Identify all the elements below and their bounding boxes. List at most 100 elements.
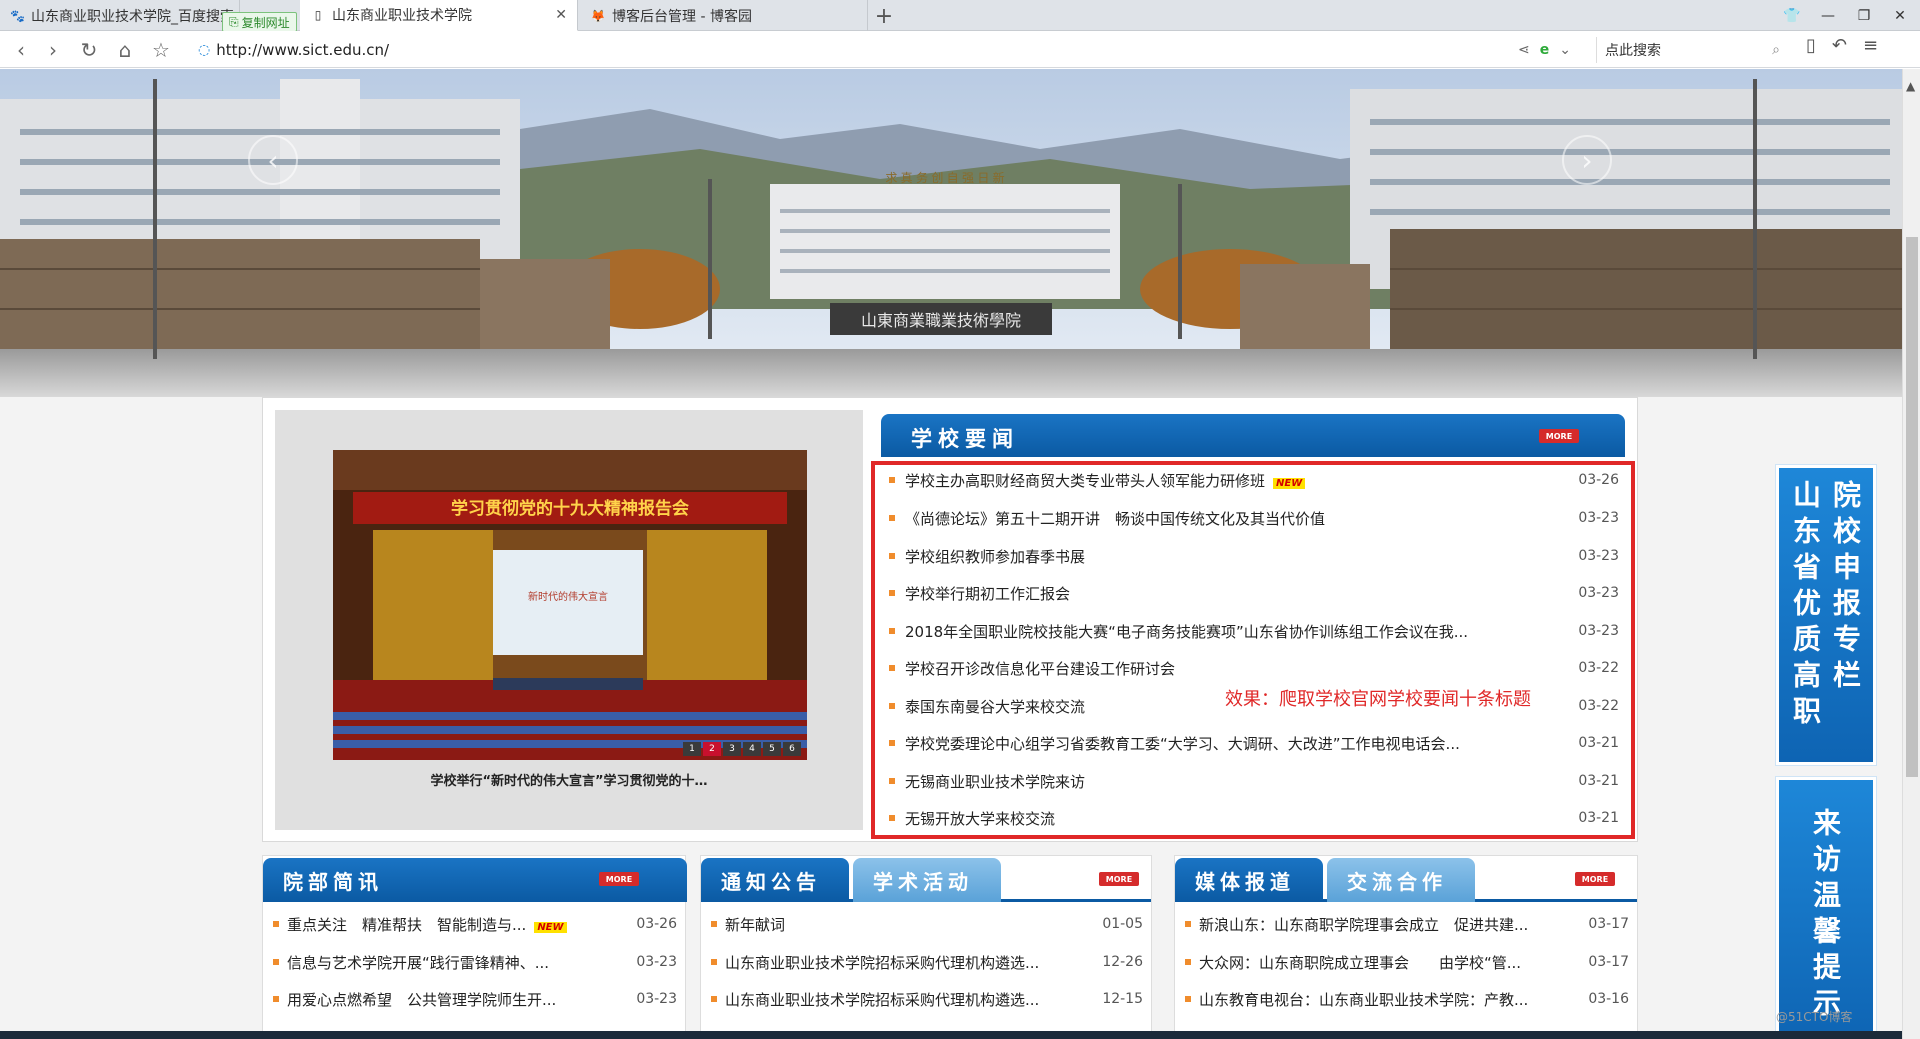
list-item[interactable]: 山东商业职业技术学院招标采购代理机构遴选... 12-15 bbox=[711, 988, 1143, 1010]
copy-icon: ⎘ bbox=[229, 14, 239, 29]
photo-pager: 1 2 3 4 5 6 bbox=[683, 742, 801, 756]
banner-next-button[interactable]: › bbox=[1562, 135, 1612, 185]
more-button[interactable]: MORE bbox=[1099, 872, 1139, 886]
search-input[interactable]: 点此搜索 ⌕ bbox=[1596, 37, 1788, 63]
ie-icon[interactable]: e bbox=[1540, 42, 1550, 58]
side-banner-application[interactable]: 院校申报专栏 山东省优质高职 bbox=[1775, 464, 1877, 766]
news-title: 学校召开诊改信息化平台建设工作研讨会 bbox=[905, 659, 1176, 678]
close-icon[interactable]: ✕ bbox=[555, 7, 567, 23]
news-item[interactable]: 学校召开诊改信息化平台建设工作研讨会 03-22 bbox=[889, 656, 1619, 680]
item-title: 山东教育电视台：山东商业职业技术学院：产教... bbox=[1199, 990, 1529, 1009]
tab-label: 交流合作 bbox=[1347, 869, 1447, 894]
tab-label: 山东商业职业技术学院_百度搜索 bbox=[30, 8, 234, 25]
tab-blog-admin[interactable]: 🦊 博客后台管理 - 博客园 bbox=[580, 0, 868, 31]
tab-sict-home[interactable]: ▯ 山东商业职业技术学院 ✕ bbox=[300, 0, 578, 31]
pager-dot[interactable]: 1 bbox=[683, 742, 701, 756]
tab-label: 媒体报道 bbox=[1195, 869, 1295, 894]
pager-dot[interactable]: 4 bbox=[743, 742, 761, 756]
more-button[interactable]: MORE bbox=[599, 872, 639, 886]
pager-dot[interactable]: 6 bbox=[783, 742, 801, 756]
bullet-icon bbox=[889, 740, 895, 746]
bullet-icon bbox=[273, 959, 279, 965]
news-item[interactable]: 《尚德论坛》第五十二期开讲 畅谈中国传统文化及其当代价值 03-23 bbox=[889, 506, 1619, 530]
side-banner-visit-notice[interactable]: 来访温馨提示 bbox=[1775, 776, 1877, 1039]
notice-column: 通知公告 学术活动 MORE 新年献词 01-05 山东商业职业技术学院招标采购… bbox=[700, 855, 1152, 1039]
more-button[interactable]: MORE bbox=[1539, 429, 1579, 443]
pager-dot[interactable]: 3 bbox=[723, 742, 741, 756]
back-icon[interactable]: ‹ bbox=[6, 35, 36, 65]
bullet-icon bbox=[889, 477, 895, 483]
restore-button[interactable]: ❐ bbox=[1846, 0, 1882, 31]
reload-icon[interactable]: ↻ bbox=[74, 35, 104, 65]
copy-url-badge[interactable]: ⎘ 复制网址 bbox=[222, 12, 297, 32]
home-icon[interactable]: ⌂ bbox=[110, 35, 140, 65]
search-icon[interactable]: ⌕ bbox=[1772, 42, 1780, 58]
news-item[interactable]: 学校举行期初工作汇报会 03-23 bbox=[889, 581, 1619, 605]
menu-icon[interactable]: ≡ bbox=[1863, 35, 1878, 56]
scroll-up-icon[interactable]: ▲ bbox=[1906, 79, 1915, 93]
tab-media[interactable]: 媒体报道 bbox=[1175, 858, 1323, 902]
list-item[interactable]: 山东教育电视台：山东商业职业技术学院：产教... 03-16 bbox=[1185, 988, 1629, 1010]
bullet-icon bbox=[889, 815, 895, 821]
list-item[interactable]: 新年献词 01-05 bbox=[711, 913, 1143, 935]
url-text: http://www.sict.edu.cn/ bbox=[216, 41, 390, 59]
bookmark-icon[interactable]: ▯ bbox=[1806, 35, 1816, 56]
star-icon[interactable]: ☆ bbox=[146, 35, 176, 65]
item-title: 信息与艺术学院开展“践行雷锋精神、... bbox=[287, 953, 550, 972]
bullet-icon bbox=[711, 959, 717, 965]
list-item[interactable]: 信息与艺术学院开展“践行雷锋精神、... 03-23 bbox=[273, 951, 677, 973]
forward-icon[interactable]: › bbox=[38, 35, 68, 65]
featured-photo-panel: 学习贯彻党的十九大精神报告会 新时代的伟大宣言 1 2 3 4 5 6 学校举行… bbox=[275, 410, 863, 830]
new-tab-button[interactable]: + bbox=[870, 2, 898, 30]
bullet-icon bbox=[1185, 959, 1191, 965]
news-date: 03-22 bbox=[1578, 698, 1619, 714]
screen-text: 新时代的伟大宣言 bbox=[528, 590, 608, 603]
more-button[interactable]: MORE bbox=[1575, 872, 1615, 886]
chevron-down-icon[interactable]: ⌄ bbox=[1559, 42, 1571, 58]
list-item[interactable]: 重点关注 精准帮扶 智能制造与... NEW 03-26 bbox=[273, 913, 677, 935]
copy-url-label: 复制网址 bbox=[241, 15, 290, 30]
news-date: 03-23 bbox=[1578, 510, 1619, 526]
undo-icon[interactable]: ↶ bbox=[1832, 35, 1847, 56]
news-item[interactable]: 无锡开放大学来校交流 03-21 bbox=[889, 806, 1619, 830]
minimize-button[interactable]: — bbox=[1810, 0, 1846, 31]
paw-icon: 🐾 bbox=[10, 8, 25, 23]
featured-photo[interactable]: 学习贯彻党的十九大精神报告会 新时代的伟大宣言 1 2 3 4 5 6 bbox=[333, 450, 807, 760]
bullet-icon bbox=[889, 515, 895, 521]
list-item[interactable]: 大众网：山东商职院成立理事会 由学校“管... 03-17 bbox=[1185, 951, 1629, 973]
news-item[interactable]: 2018年全国职业院校技能大赛“电子商务技能赛项”山东省协作训练组工作会议在我.… bbox=[889, 619, 1619, 643]
tab-bar: 🐾 山东商业职业技术学院_百度搜索 ⎘ 复制网址 ▯ 山东商业职业技术学院 ✕ … bbox=[0, 0, 1920, 32]
list-item[interactable]: 山东商业职业技术学院招标采购代理机构遴选... 12-26 bbox=[711, 951, 1143, 973]
tab-label: 学术活动 bbox=[873, 869, 973, 894]
news-title: 学校党委理论中心组学习省委教育工委“大学习、大调研、大改进”工作电视电话会... bbox=[905, 734, 1460, 753]
vertical-scrollbar[interactable]: ▲ bbox=[1902, 69, 1920, 1039]
list-item[interactable]: 新浪山东：山东商职学院理事会成立 促进共建... 03-17 bbox=[1185, 913, 1629, 935]
pager-dot-active[interactable]: 2 bbox=[703, 742, 721, 756]
close-window-button[interactable]: ✕ bbox=[1882, 0, 1918, 31]
scrollbar-thumb[interactable] bbox=[1906, 237, 1918, 777]
url-input[interactable]: ◌ http://www.sict.edu.cn/ bbox=[198, 36, 1493, 64]
tab-baidu-search[interactable]: 🐾 山东商业职业技术学院_百度搜索 bbox=[0, 0, 240, 31]
news-item[interactable]: 学校主办高职财经商贸大类专业带头人领军能力研修班 NEW 03-26 bbox=[889, 468, 1619, 492]
page-icon: ▯ bbox=[314, 8, 322, 22]
bullet-icon bbox=[889, 553, 895, 559]
news-date: 03-26 bbox=[1578, 472, 1619, 488]
photo-caption[interactable]: 学校举行“新时代的伟大宣言”学习贯彻党的十… bbox=[275, 770, 863, 789]
pager-dot[interactable]: 5 bbox=[763, 742, 781, 756]
news-title: 2018年全国职业院校技能大赛“电子商务技能赛项”山东省协作训练组工作会议在我.… bbox=[905, 622, 1469, 641]
tab-academic[interactable]: 学术活动 bbox=[853, 858, 1001, 902]
bullet-icon bbox=[889, 665, 895, 671]
news-item[interactable]: 无锡商业职业技术学院来访 03-21 bbox=[889, 769, 1619, 793]
news-date: 03-21 bbox=[1578, 773, 1619, 789]
tab-notices[interactable]: 通知公告 bbox=[701, 858, 849, 902]
new-badge: NEW bbox=[534, 921, 567, 933]
shirt-icon[interactable]: 👕 bbox=[1774, 0, 1810, 31]
list-item[interactable]: 用爱心点燃希望 公共管理学院师生开... 03-23 bbox=[273, 988, 677, 1010]
share-icon[interactable]: ⋖ bbox=[1518, 42, 1530, 58]
item-title: 山东商业职业技术学院招标采购代理机构遴选... bbox=[725, 990, 1040, 1009]
news-item[interactable]: 学校组织教师参加春季书展 03-23 bbox=[889, 544, 1619, 568]
item-title: 大众网：山东商职院成立理事会 由学校“管... bbox=[1199, 953, 1522, 972]
news-item[interactable]: 学校党委理论中心组学习省委教育工委“大学习、大调研、大改进”工作电视电话会...… bbox=[889, 731, 1619, 755]
banner-prev-button[interactable]: ‹ bbox=[248, 135, 298, 185]
tab-exchange[interactable]: 交流合作 bbox=[1327, 858, 1475, 902]
